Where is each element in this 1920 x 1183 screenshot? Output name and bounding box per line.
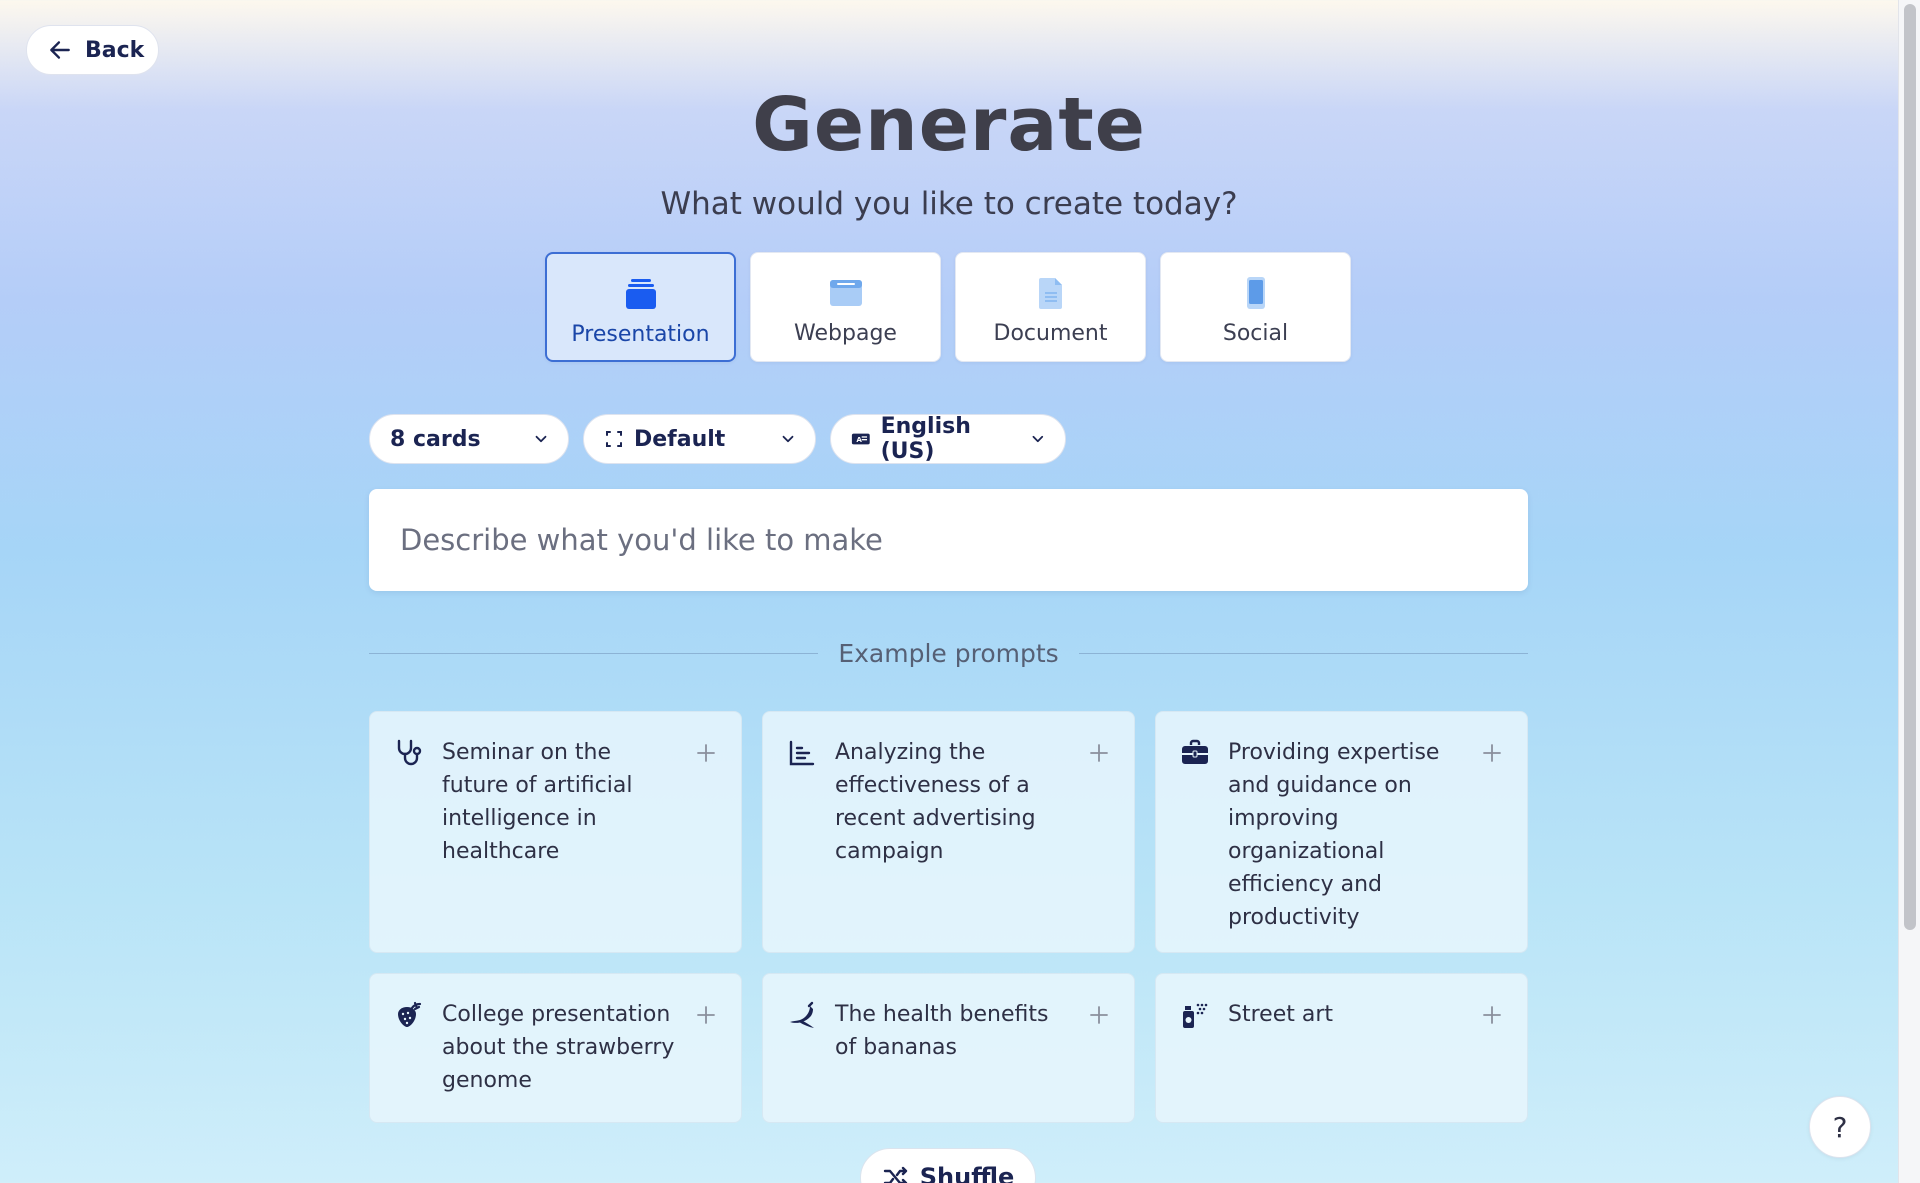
back-button[interactable]: Back (26, 25, 159, 75)
strawberry-icon (398, 1001, 422, 1027)
shuffle-button[interactable]: Shuffle (860, 1148, 1036, 1183)
type-social-label: Social (1222, 321, 1289, 346)
example-prompt-text: Seminar on the future of artificial inte… (442, 740, 633, 864)
type-presentation-button[interactable]: Presentation (545, 252, 736, 362)
spray-can-icon (1183, 1003, 1208, 1028)
social-icon (1236, 273, 1276, 313)
example-prompt-text: Providing expertise and guidance on impr… (1228, 740, 1440, 930)
banana-icon (790, 1001, 814, 1028)
back-label: Back (85, 37, 145, 63)
generation-options: 8 cards Default A English (US) (369, 414, 1066, 464)
example-prompt-card[interactable]: Seminar on the future of artificial inte… (369, 711, 742, 953)
chevron-down-icon (1032, 435, 1044, 443)
vertical-scrollbar[interactable] (1898, 0, 1920, 1183)
example-prompts-heading: Example prompts (838, 638, 1059, 668)
shuffle-icon (883, 1166, 907, 1183)
divider-line (369, 652, 819, 654)
plus-icon (1090, 744, 1108, 762)
chevron-down-icon (535, 435, 547, 443)
content-type-selector: Presentation Webpage Document Social (545, 252, 1351, 362)
arrow-left-icon (50, 41, 70, 59)
document-icon (1031, 273, 1071, 313)
help-button[interactable]: ? (1809, 1096, 1871, 1158)
example-prompt-text: College presentation about the strawberr… (442, 1002, 675, 1093)
page: Back Generate What would you like to cre… (0, 0, 1898, 1183)
divider-line (1078, 652, 1529, 654)
example-prompts-divider: Example prompts (369, 638, 1529, 668)
example-prompt-text: The health benefits of bananas (835, 1002, 1049, 1060)
format-dropdown[interactable]: Default (583, 414, 816, 464)
frame-corners-icon (606, 431, 622, 447)
example-prompt-card[interactable]: Analyzing the effectiveness of a recent … (762, 711, 1135, 953)
type-webpage-button[interactable]: Webpage (750, 252, 941, 362)
format-value: Default (634, 426, 726, 452)
type-presentation-label: Presentation (571, 322, 710, 347)
example-prompt-card[interactable]: Providing expertise and guidance on impr… (1155, 711, 1528, 953)
card-count-value: 8 cards (390, 426, 481, 452)
page-subtitle: What would you like to create today? (660, 186, 1238, 222)
prompt-input-container (369, 489, 1528, 591)
chevron-down-icon (782, 435, 794, 443)
webpage-icon (826, 273, 866, 313)
example-prompt-card[interactable]: Street art (1155, 973, 1528, 1123)
stethoscope-icon (397, 739, 422, 766)
plus-icon (1090, 1006, 1108, 1024)
shuffle-label: Shuffle (919, 1163, 1015, 1183)
svg-text:A: A (856, 435, 862, 444)
example-prompts-grid: Seminar on the future of artificial inte… (369, 711, 1528, 1123)
language-icon: A (851, 433, 870, 445)
example-prompt-card[interactable]: The health benefits of bananas (762, 973, 1135, 1123)
language-value: English (US) (880, 414, 971, 464)
example-prompt-text: Street art (1228, 1002, 1333, 1027)
help-icon: ? (1832, 1110, 1848, 1144)
plus-icon (1483, 744, 1501, 762)
plus-icon (1483, 1006, 1501, 1024)
type-document-button[interactable]: Document (955, 252, 1146, 362)
type-webpage-label: Webpage (794, 321, 897, 346)
page-title: Generate (752, 82, 1146, 168)
card-count-dropdown[interactable]: 8 cards (369, 414, 569, 464)
language-dropdown[interactable]: A English (US) (830, 414, 1066, 464)
example-prompt-text: Analyzing the effectiveness of a recent … (835, 740, 1036, 864)
plus-icon (697, 1006, 715, 1024)
prompt-input[interactable] (400, 523, 1497, 557)
bar-chart-icon (789, 740, 815, 766)
plus-icon (697, 744, 715, 762)
type-document-label: Document (993, 321, 1108, 346)
briefcase-icon (1182, 739, 1208, 764)
presentation-icon (621, 274, 661, 314)
scrollbar-thumb[interactable] (1904, 4, 1916, 930)
type-social-button[interactable]: Social (1160, 252, 1351, 362)
example-prompt-card[interactable]: College presentation about the strawberr… (369, 973, 742, 1123)
